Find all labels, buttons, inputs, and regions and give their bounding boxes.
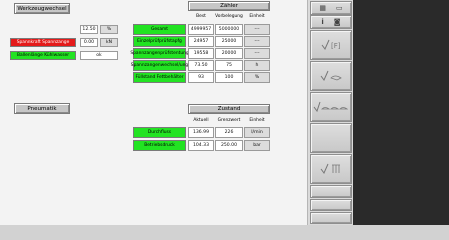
zaehler-header: Zähler xyxy=(188,1,270,11)
zaehler-row-best: 24957 xyxy=(188,36,214,47)
pneumatik-row-aktuell: 136.99 xyxy=(188,127,214,138)
werkzeugwechsel-button[interactable]: Werkzeugwechsel xyxy=(14,3,70,14)
zaehler-col-vorbelegung: Vorbelegung xyxy=(215,14,243,19)
zaehler-row-vorbelegung[interactable]: 25000 xyxy=(215,36,243,47)
softkey-empty-1[interactable] xyxy=(310,123,352,153)
zaehler-row-label: Spannzangenprüfstentung xyxy=(130,48,189,59)
zaehler-row-vorbelegung[interactable]: 100 xyxy=(215,72,243,83)
pneumatik-row-unit: bar xyxy=(244,140,270,151)
zustand-col-aktuell: Aktuell xyxy=(193,118,209,123)
pneumatik-row-unit: l/min xyxy=(244,127,270,138)
zaehler-row-unit: --- xyxy=(244,48,270,59)
zaehler-row-unit: --- xyxy=(244,24,270,35)
pneumatik-row-aktuell: 104.33 xyxy=(188,140,214,151)
softkey-check-flow[interactable] xyxy=(310,154,352,184)
check-flow-icon xyxy=(320,163,340,174)
softkey-empty-2[interactable] xyxy=(310,185,352,198)
zaehler-row-unit: --- xyxy=(244,36,270,47)
percent-value: 12.50 xyxy=(80,25,98,34)
zaehler-col-best: Best xyxy=(196,14,206,19)
pneumatik-row-grenzwert[interactable]: 226 xyxy=(215,127,243,138)
softkey-empty-3[interactable] xyxy=(310,199,352,211)
top-softkey-row-1: ▦ ▭ xyxy=(310,1,352,15)
softkey-empty-4[interactable] xyxy=(310,212,352,224)
zaehler-row-vorbelegung[interactable]: 75 xyxy=(215,60,243,71)
monitor-icon[interactable]: ▭ xyxy=(336,4,343,12)
zaehler-row-best: 4999957 xyxy=(188,24,214,35)
grid-icon[interactable]: ▦ xyxy=(319,4,326,12)
zaehler-row-best: 93 xyxy=(188,72,214,83)
zustand-col-einheit: Einheit xyxy=(249,118,265,123)
zaehler-row-label: Gesamt xyxy=(133,24,186,35)
spannkraft-label: Spannkraft Spannzange xyxy=(10,38,76,47)
info-icon[interactable]: i xyxy=(321,18,323,26)
camera-icon[interactable]: ◙ xyxy=(334,18,341,26)
softkey-oil-check[interactable] xyxy=(310,61,352,91)
spannkraft-value: 0.00 xyxy=(80,38,98,47)
zaehler-row-best: 19558 xyxy=(188,48,214,59)
zaehler-row-label: Spannzangenwechsel/ung xyxy=(131,60,188,71)
ballenlaenge-label: Ballenlänge Kühlwasser xyxy=(10,51,76,60)
zaehler-col-einheit: Einheit xyxy=(249,14,265,19)
zaehler-row-vorbelegung[interactable]: 20000 xyxy=(215,48,243,59)
softkey-check-f[interactable]: [F] xyxy=(310,30,352,60)
zaehler-row-best: 73.50 xyxy=(188,60,214,71)
zustand-col-grenzwert: Grenzwert xyxy=(217,118,241,123)
zaehler-row-label: Einzelprüfprüfstapfg xyxy=(133,36,186,47)
pneumatik-row-grenzwert[interactable]: 250.00 xyxy=(215,140,243,151)
zaehler-row-vorbelegung[interactable]: 5000000 xyxy=(215,24,243,35)
pneumatik-row-label: Durchfluss xyxy=(133,127,186,138)
pneumatik-row-label: Betriebsdruck xyxy=(133,140,186,151)
pneumatik-button[interactable]: Pneumatik xyxy=(14,103,70,114)
multi-oil-check-icon xyxy=(313,101,349,113)
softkey-multi-oil[interactable] xyxy=(310,92,352,122)
dark-background-area xyxy=(353,0,449,225)
top-softkey-row-2: i ◙ xyxy=(310,15,352,29)
check-f-icon: [F] xyxy=(321,39,341,50)
zustand-header: Zustand xyxy=(188,104,270,114)
zaehler-row-label: Füllstand Fettbehälter xyxy=(133,72,186,83)
softkey-sidebar: ▦ ▭ i ◙ [F] xyxy=(307,0,353,225)
zaehler-row-unit: % xyxy=(244,72,270,83)
svg-text:[F]: [F] xyxy=(331,42,341,50)
main-panel: Werkzeugwechsel 12.50 % Spannkraft Spann… xyxy=(0,0,307,225)
oil-check-icon xyxy=(320,70,342,81)
ballenlaenge-value: ok xyxy=(80,51,118,60)
percent-unit: % xyxy=(100,25,118,34)
spannkraft-unit: kN xyxy=(100,38,118,47)
zaehler-row-unit: h xyxy=(244,60,270,71)
